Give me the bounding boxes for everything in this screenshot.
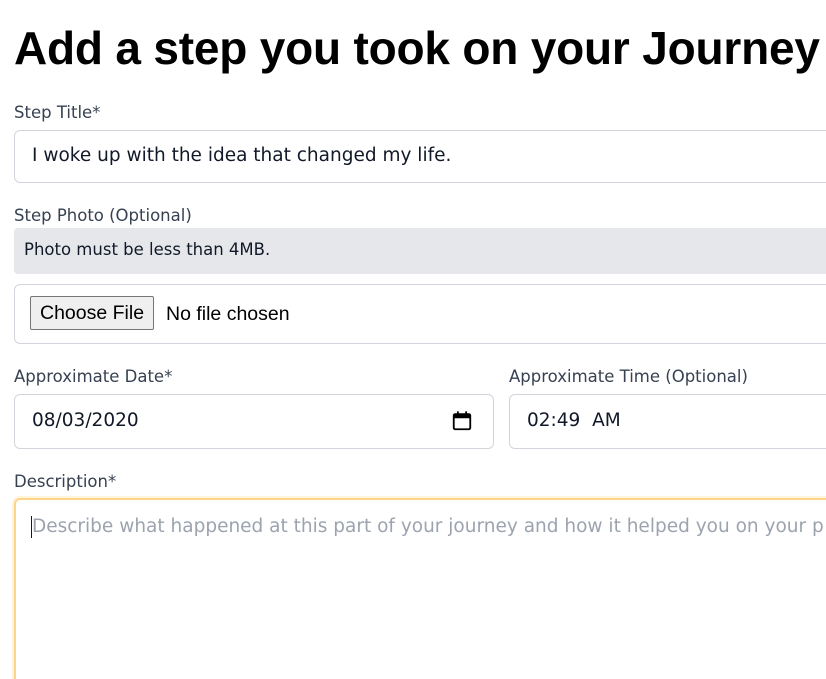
photo-size-note-text: Photo must be less than 4MB. [24, 240, 271, 259]
approximate-time-value: 02:49 AM [527, 410, 621, 431]
add-step-form-page: Add a step you took on your Journey Step… [0, 0, 826, 679]
text-caret [31, 516, 32, 538]
description-label: Description* [14, 472, 117, 491]
step-title-label: Step Title* [14, 103, 101, 122]
approximate-date-input[interactable]: 08/03/2020 [14, 394, 494, 449]
description-placeholder: Describe what happened at this part of y… [32, 516, 824, 537]
page-title: Add a step you took on your Journey [14, 22, 820, 74]
photo-size-note: Photo must be less than 4MB. [14, 228, 826, 274]
calendar-icon[interactable] [451, 410, 473, 432]
approximate-date-value: 08/03/2020 [32, 410, 139, 431]
step-title-value: I woke up with the idea that changed my … [32, 145, 452, 166]
approximate-time-input[interactable]: 02:49 AM [509, 394, 826, 449]
file-status-text: No file chosen [166, 303, 290, 325]
step-title-input[interactable]: I woke up with the idea that changed my … [14, 130, 826, 183]
description-textarea[interactable]: Describe what happened at this part of y… [14, 498, 826, 679]
step-photo-label: Step Photo (Optional) [14, 206, 192, 225]
step-photo-file-input[interactable]: Choose File No file chosen [14, 284, 826, 344]
choose-file-button[interactable]: Choose File [30, 296, 155, 330]
approximate-date-label: Approximate Date* [14, 367, 173, 386]
approximate-time-label: Approximate Time (Optional) [509, 367, 748, 386]
